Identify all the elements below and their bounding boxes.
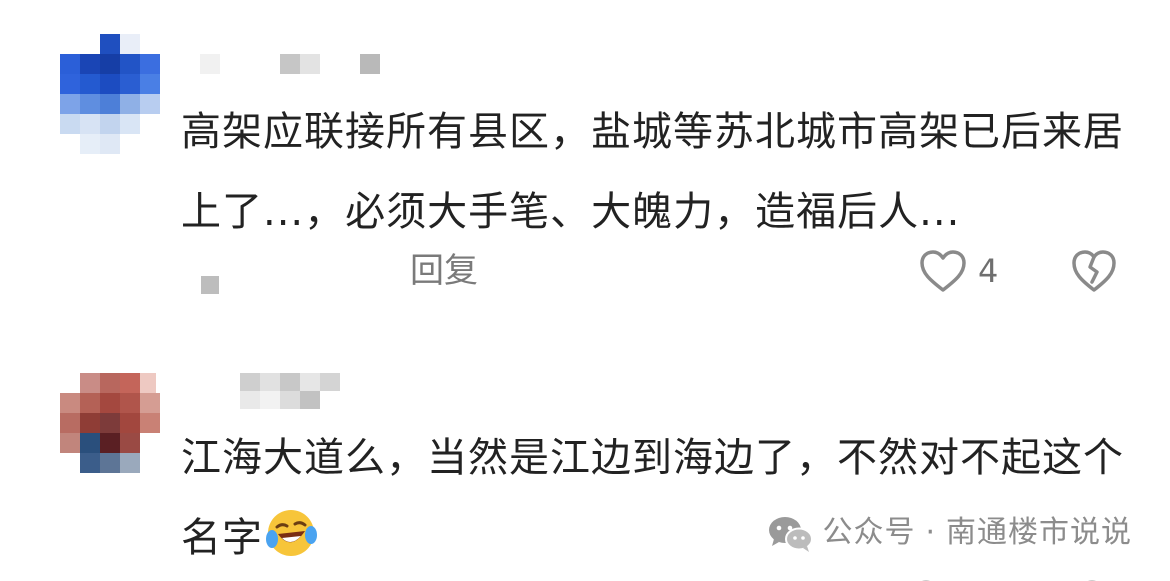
wechat-logo-icon [769, 517, 814, 552]
username-blurred[interactable] [200, 52, 390, 76]
avatar[interactable] [60, 34, 160, 154]
like-button[interactable] [918, 248, 968, 294]
comment-section: 高架应联接所有县区，盐城等苏北城市高架已后来居上了...，必须大手笔、大魄力，造… [0, 0, 1170, 581]
broken-heart-icon [1072, 250, 1116, 292]
watermark-separator: · [925, 515, 936, 550]
comment-text: 高架应联接所有县区，盐城等苏北城市高架已后来居上了...，必须大手笔、大魄力，造… [181, 109, 1124, 235]
watermark-account: 南通楼市说说 [946, 515, 1132, 550]
watermark: 公众号 · 南通楼市说说 [766, 510, 1132, 556]
face-rolling-laughing-emoji [266, 510, 317, 556]
timestamp-blurred [201, 276, 219, 294]
reply-button[interactable]: 回复 [410, 251, 478, 291]
next-comment-edge [900, 572, 1170, 581]
watermark-platform: 公众号 [822, 515, 916, 550]
avatar[interactable] [60, 373, 160, 473]
heart-outline-icon [920, 250, 966, 292]
like-count: 4 [978, 252, 999, 290]
dislike-button[interactable] [1070, 248, 1118, 294]
username-blurred[interactable] [240, 373, 350, 409]
